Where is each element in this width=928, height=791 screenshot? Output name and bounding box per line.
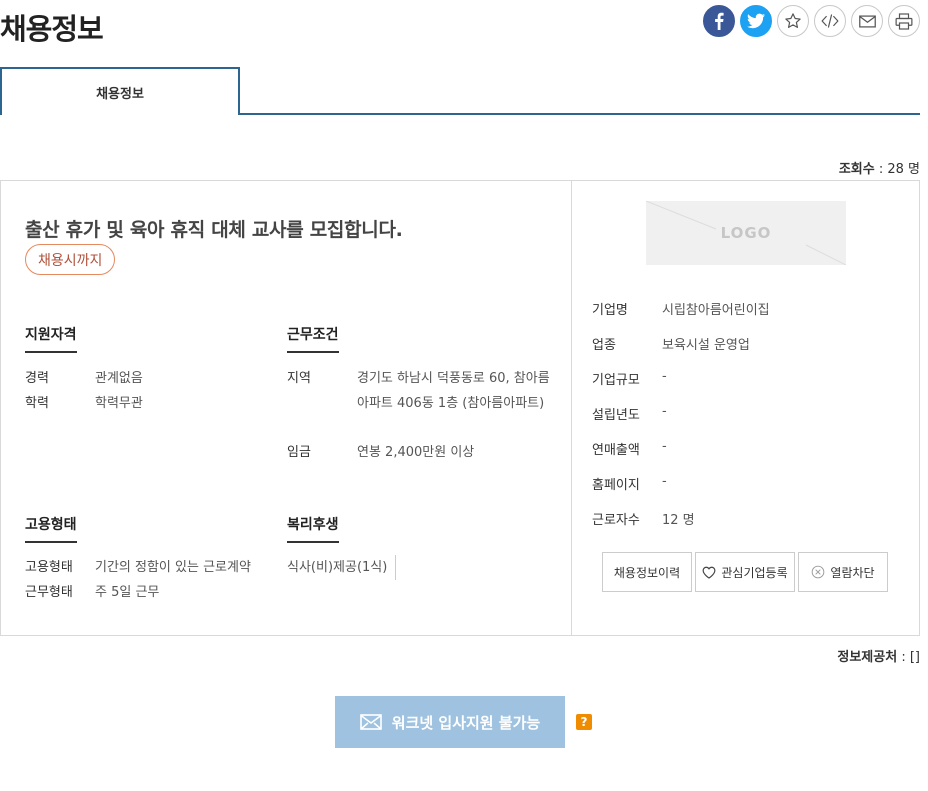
deadline-badge: 채용시까지: [25, 244, 116, 275]
job-title: 출산 휴가 및 육아 휴직 대체 교사를 모집합니다.: [25, 219, 403, 241]
page-title: 채용정보: [0, 12, 104, 46]
facebook-icon: [715, 12, 724, 30]
view-count-separator: :: [874, 162, 888, 177]
view-count-label: 조회수: [838, 162, 875, 177]
company-panel: LOGO 기업명 시립참아름어린이집 업종 보육시설 운영업 기업규모 - 설립…: [572, 181, 919, 635]
email-share-button[interactable]: [851, 5, 883, 37]
row-key: 업종: [592, 338, 616, 353]
share-bar: [703, 5, 920, 37]
company-info-row: 근로자수 12 명: [592, 509, 695, 528]
row-value: 경기도 하남시 덕풍동로 60, 참아름 아파트 406동 1층 (참아름아파트…: [357, 371, 550, 411]
print-button[interactable]: [888, 5, 920, 37]
tab-job-info[interactable]: 채용정보: [0, 67, 240, 117]
company-info-row: 홈페이지 -: [592, 474, 667, 493]
row-value: 주 5일 근무: [95, 585, 160, 600]
facebook-share-button[interactable]: [703, 5, 735, 37]
heart-icon: [702, 566, 716, 579]
view-count: 조회수 : 28 명: [839, 158, 920, 177]
company-info-row: 연매출액 -: [592, 439, 667, 458]
row-key: 설립년도: [592, 408, 640, 423]
tab-bar: 채용정보: [0, 67, 920, 117]
apply-button[interactable]: 워크넷 입사지원 불가능: [335, 696, 565, 748]
welfare-row: 식사(비)제공(1식): [287, 555, 397, 580]
company-logo: LOGO: [646, 201, 846, 265]
qualifications-heading: 지원자격: [25, 324, 77, 353]
row-value: -: [662, 439, 667, 454]
info-source-label: 정보제공처: [837, 650, 898, 665]
row-key: 기업규모: [592, 373, 640, 388]
employment-row: 근무형태 주 5일 근무: [25, 580, 159, 605]
company-info-row: 기업규모 -: [592, 369, 667, 388]
row-key: 기업명: [592, 303, 628, 318]
row-value: -: [662, 404, 667, 419]
row-key: 학력: [25, 396, 49, 411]
condition-row: 임금 연봉 2,400만원 이상: [287, 440, 474, 465]
company-info-row: 설립년도 -: [592, 404, 667, 423]
view-count-value: 28 명: [887, 162, 920, 177]
block-view-button[interactable]: 열람차단: [798, 552, 888, 592]
mail-icon: [858, 14, 876, 28]
row-key: 홈페이지: [592, 478, 640, 493]
job-card: 출산 휴가 및 육아 휴직 대체 교사를 모집합니다. 채용시까지 지원자격 경…: [0, 180, 920, 636]
apply-button-label: 워크넷 입사지원 불가능: [391, 713, 541, 732]
row-value: 12 명: [662, 513, 695, 528]
button-label: 채용정보이력: [613, 565, 681, 580]
mail-icon: [359, 714, 382, 730]
embed-button[interactable]: [814, 5, 846, 37]
row-key: 근무형태: [25, 585, 73, 600]
logo-text: LOGO: [720, 224, 772, 242]
employment-row: 고용형태 기간의 정함이 있는 근로계약: [25, 555, 251, 580]
info-source-separator: :: [897, 650, 910, 665]
row-key: 고용형태: [25, 560, 73, 575]
row-value: 보육시설 운영업: [662, 338, 750, 353]
row-key: 연매출액: [592, 443, 640, 458]
company-info-row: 기업명 시립참아름어린이집: [592, 299, 770, 318]
row-key: 지역: [287, 371, 311, 386]
welfare-value: 식사(비)제공(1식): [287, 555, 397, 580]
condition-row: 지역 경기도 하남시 덕풍동로 60, 참아름 아파트 406동 1층 (참아름…: [287, 366, 557, 416]
row-value: 학력무관: [95, 396, 143, 411]
employment-heading: 고용형태: [25, 514, 77, 543]
favorite-company-button[interactable]: 관심기업등록: [695, 552, 795, 592]
button-label: 관심기업등록: [721, 565, 788, 580]
qualification-row: 경력 관계없음: [25, 366, 143, 391]
twitter-share-button[interactable]: [740, 5, 772, 37]
star-icon: [785, 13, 801, 28]
row-value: -: [662, 369, 667, 384]
job-detail-panel: 출산 휴가 및 육아 휴직 대체 교사를 모집합니다. 채용시까지 지원자격 경…: [1, 181, 572, 635]
row-key: 경력: [25, 371, 49, 386]
info-source-value: []: [909, 650, 920, 665]
print-icon: [895, 12, 913, 30]
conditions-heading: 근무조건: [287, 324, 339, 353]
row-value: 연봉 2,400만원 이상: [357, 445, 475, 460]
welfare-heading: 복리후생: [287, 514, 339, 543]
row-value: 기간의 정함이 있는 근로계약: [95, 560, 251, 575]
code-icon: [821, 14, 839, 28]
close-circle-icon: [812, 565, 825, 579]
row-value: 관계없음: [95, 371, 143, 386]
twitter-icon: [747, 13, 765, 29]
row-key: 근로자수: [592, 513, 640, 528]
row-key: 임금: [287, 445, 311, 460]
info-source: 정보제공처 : []: [837, 646, 920, 665]
qualification-row: 학력 학력무관: [25, 391, 143, 416]
company-info-row: 업종 보육시설 운영업: [592, 334, 750, 353]
help-icon[interactable]: ?: [576, 714, 592, 730]
job-history-button[interactable]: 채용정보이력: [602, 552, 692, 592]
row-value: -: [662, 474, 667, 489]
button-label: 열람차단: [830, 565, 875, 580]
bookmark-button[interactable]: [777, 5, 809, 37]
row-value: 시립참아름어린이집: [662, 303, 770, 318]
